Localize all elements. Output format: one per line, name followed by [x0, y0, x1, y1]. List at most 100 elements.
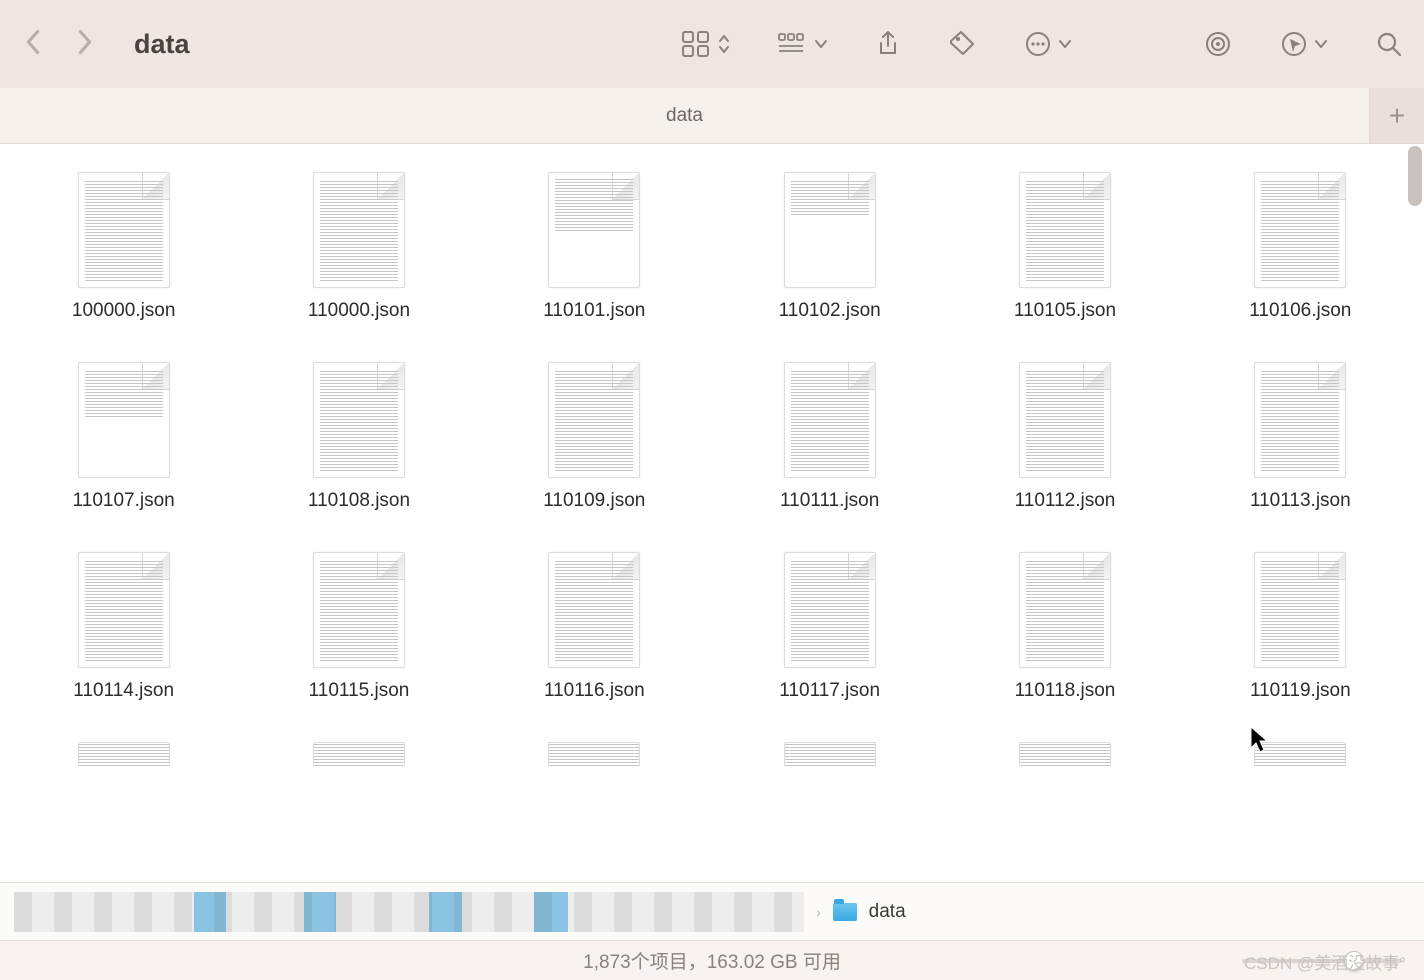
file-name: 110116.json — [544, 680, 645, 702]
file-name: 110105.json — [1014, 300, 1116, 322]
document-icon — [1019, 552, 1111, 668]
new-tab-button[interactable]: + — [1370, 88, 1424, 143]
file-name: 110118.json — [1015, 680, 1116, 702]
airdrop-icon — [1204, 30, 1232, 58]
file-name: 110107.json — [73, 490, 175, 512]
status-bar: 1,873个项目，163.02 GB 可用 CSDN @美酒没故事° — [0, 940, 1424, 980]
file-item[interactable]: 110109.json — [495, 362, 694, 512]
document-icon — [784, 172, 876, 288]
tag-icon — [948, 30, 976, 58]
free-space: 163.02 GB — [707, 952, 798, 973]
item-count: 1,873 — [583, 952, 631, 973]
chevron-left-icon — [22, 28, 44, 56]
file-item[interactable]: 110119.json — [1201, 552, 1400, 702]
chevron-down-icon — [1058, 39, 1072, 49]
file-item[interactable]: 110115.json — [259, 552, 458, 702]
document-icon — [78, 552, 170, 668]
file-name: 110119.json — [1250, 680, 1351, 702]
obscured-path-segment — [14, 892, 804, 932]
path-bar: › data — [0, 882, 1424, 940]
folder-icon — [833, 903, 857, 921]
document-icon — [548, 552, 640, 668]
document-icon — [313, 552, 405, 668]
back-button[interactable] — [22, 28, 44, 61]
document-icon — [78, 362, 170, 478]
grid-icon — [682, 31, 712, 57]
vertical-scrollbar[interactable] — [1408, 146, 1422, 206]
document-icon — [1254, 172, 1346, 288]
file-item[interactable]: 110117.json — [730, 552, 929, 702]
file-item[interactable]: 110107.json — [24, 362, 223, 512]
file-item[interactable]: 110114.json — [24, 552, 223, 702]
file-name: 110000.json — [308, 300, 410, 322]
file-name: 110106.json — [1249, 300, 1351, 322]
document-icon — [1019, 362, 1111, 478]
document-icon — [313, 362, 405, 478]
share-button[interactable] — [876, 30, 900, 58]
file-item[interactable]: 110105.json — [965, 172, 1164, 322]
file-item[interactable]: 110112.json — [965, 362, 1164, 512]
document-icon — [1254, 552, 1346, 668]
group-button[interactable] — [778, 32, 828, 56]
chevron-down-icon — [1314, 39, 1328, 49]
file-name: 110113.json — [1250, 490, 1351, 512]
more-button[interactable] — [1024, 30, 1072, 58]
file-item[interactable]: 110102.json — [730, 172, 929, 322]
forward-button[interactable] — [74, 28, 96, 61]
file-icon — [548, 742, 640, 766]
file-name: 110108.json — [308, 490, 410, 512]
airdrop-button[interactable] — [1204, 30, 1232, 58]
file-icon — [313, 742, 405, 766]
toolbar: data — [0, 0, 1424, 88]
search-icon — [1376, 31, 1402, 57]
file-name: 110109.json — [543, 490, 645, 512]
ellipsis-circle-icon — [1024, 30, 1052, 58]
stepper-icon — [718, 33, 730, 55]
path-folder-label[interactable]: data — [869, 901, 906, 923]
file-icon — [1254, 742, 1346, 766]
toolbar-actions — [682, 30, 1402, 58]
file-item[interactable]: 110113.json — [1201, 362, 1400, 512]
document-icon — [548, 172, 640, 288]
file-item[interactable]: 110111.json — [730, 362, 929, 512]
view-mode-button[interactable] — [682, 31, 730, 57]
tab-bar: data + — [0, 88, 1424, 144]
watermark-text: CSDN @美酒没故事° — [1244, 949, 1406, 974]
file-icon — [78, 742, 170, 766]
path-separator-icon: › — [816, 904, 821, 920]
chevron-down-icon — [814, 39, 828, 49]
file-grid-area: 100000.json 110000.json 110101.json 110102.… — [0, 144, 1424, 882]
file-item[interactable]: 110106.json — [1201, 172, 1400, 322]
window-title: data — [134, 29, 190, 60]
file-item[interactable]: 110000.json — [259, 172, 458, 322]
group-icon — [778, 32, 808, 56]
tab-label: data — [666, 105, 703, 127]
document-icon — [313, 172, 405, 288]
status-text: 1,873个项目，163.02 GB 可用 — [583, 947, 841, 974]
cursor-circle-icon — [1280, 30, 1308, 58]
partial-row — [24, 742, 1400, 766]
file-name: 110117.json — [779, 680, 880, 702]
file-name: 110112.json — [1015, 490, 1116, 512]
nav-buttons — [22, 28, 96, 61]
tags-button[interactable] — [948, 30, 976, 58]
file-item[interactable]: 110118.json — [965, 552, 1164, 702]
share-icon — [876, 30, 900, 58]
file-name: 100000.json — [72, 300, 176, 322]
chevron-right-icon — [74, 28, 96, 56]
quick-actions-button[interactable] — [1280, 30, 1328, 58]
file-name: 110111.json — [780, 490, 879, 512]
file-name: 110114.json — [73, 680, 174, 702]
file-item[interactable]: 110108.json — [259, 362, 458, 512]
file-item[interactable]: 100000.json — [24, 172, 223, 322]
search-button[interactable] — [1376, 31, 1402, 57]
file-item[interactable]: 110116.json — [495, 552, 694, 702]
document-icon — [784, 362, 876, 478]
file-name: 110101.json — [543, 300, 645, 322]
document-icon — [1019, 172, 1111, 288]
document-icon — [78, 172, 170, 288]
file-item[interactable]: 110101.json — [495, 172, 694, 322]
tab-data[interactable]: data — [0, 88, 1370, 143]
file-name: 110102.json — [779, 300, 881, 322]
file-icon — [784, 742, 876, 766]
